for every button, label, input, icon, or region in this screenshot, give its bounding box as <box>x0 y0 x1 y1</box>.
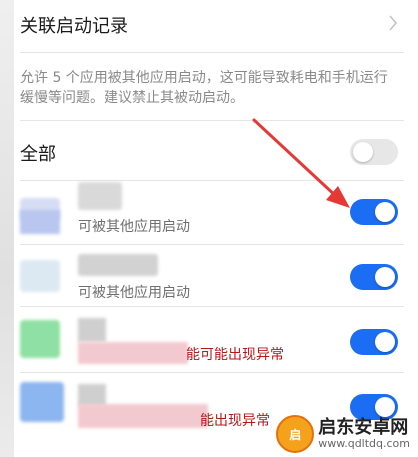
app-name-1-redacted <box>78 182 122 210</box>
toggle-knob <box>375 397 395 417</box>
divider <box>20 180 404 181</box>
app-toggle-1[interactable] <box>350 199 398 225</box>
app-warning-4-redacted <box>78 404 208 428</box>
watermark: 启 启东安卓网 www.qdltdq.com <box>276 415 410 453</box>
app-warning-3: 能可能出现异常 <box>186 347 284 363</box>
left-edge-strip <box>0 0 14 457</box>
app-warning-4: 能出现异常 <box>200 413 270 429</box>
app-warning-3-redacted <box>78 342 188 364</box>
app-name-2-redacted <box>78 254 158 276</box>
divider <box>20 306 404 307</box>
divider <box>20 120 404 121</box>
startup-records-row[interactable]: 关联启动记录 <box>20 0 404 52</box>
app-name-4-redacted <box>78 384 106 406</box>
divider <box>20 244 404 245</box>
app-icon-1-shade <box>20 210 60 234</box>
app-icon-2 <box>20 260 60 292</box>
toggle-knob <box>375 267 395 287</box>
toggle-knob <box>375 202 395 222</box>
app-toggle-2[interactable] <box>350 264 398 290</box>
chevron-right-icon <box>389 15 398 31</box>
toggle-knob <box>375 332 395 352</box>
watermark-url: www.qdltdq.com <box>318 436 410 450</box>
all-toggle[interactable] <box>350 139 398 165</box>
app-subtitle-2: 可被其他应用启动 <box>78 285 190 301</box>
watermark-name: 启东安卓网 <box>318 416 409 438</box>
description-text: 允许 5 个应用被其他应用启动，这可能导致耗电和手机运行缓慢等问题。建议禁止其被… <box>20 70 388 106</box>
app-icon-3 <box>20 320 60 358</box>
toggle-knob <box>353 142 373 162</box>
divider <box>20 52 404 53</box>
app-toggle-3[interactable] <box>350 329 398 355</box>
app-subtitle-1: 可被其他应用启动 <box>78 219 190 235</box>
watermark-logo-icon: 启 <box>276 415 315 453</box>
app-icon-4 <box>20 382 64 422</box>
divider <box>20 372 404 373</box>
startup-records-title: 关联启动记录 <box>20 16 128 37</box>
app-name-3-redacted <box>78 318 106 342</box>
all-label: 全部 <box>20 144 56 165</box>
